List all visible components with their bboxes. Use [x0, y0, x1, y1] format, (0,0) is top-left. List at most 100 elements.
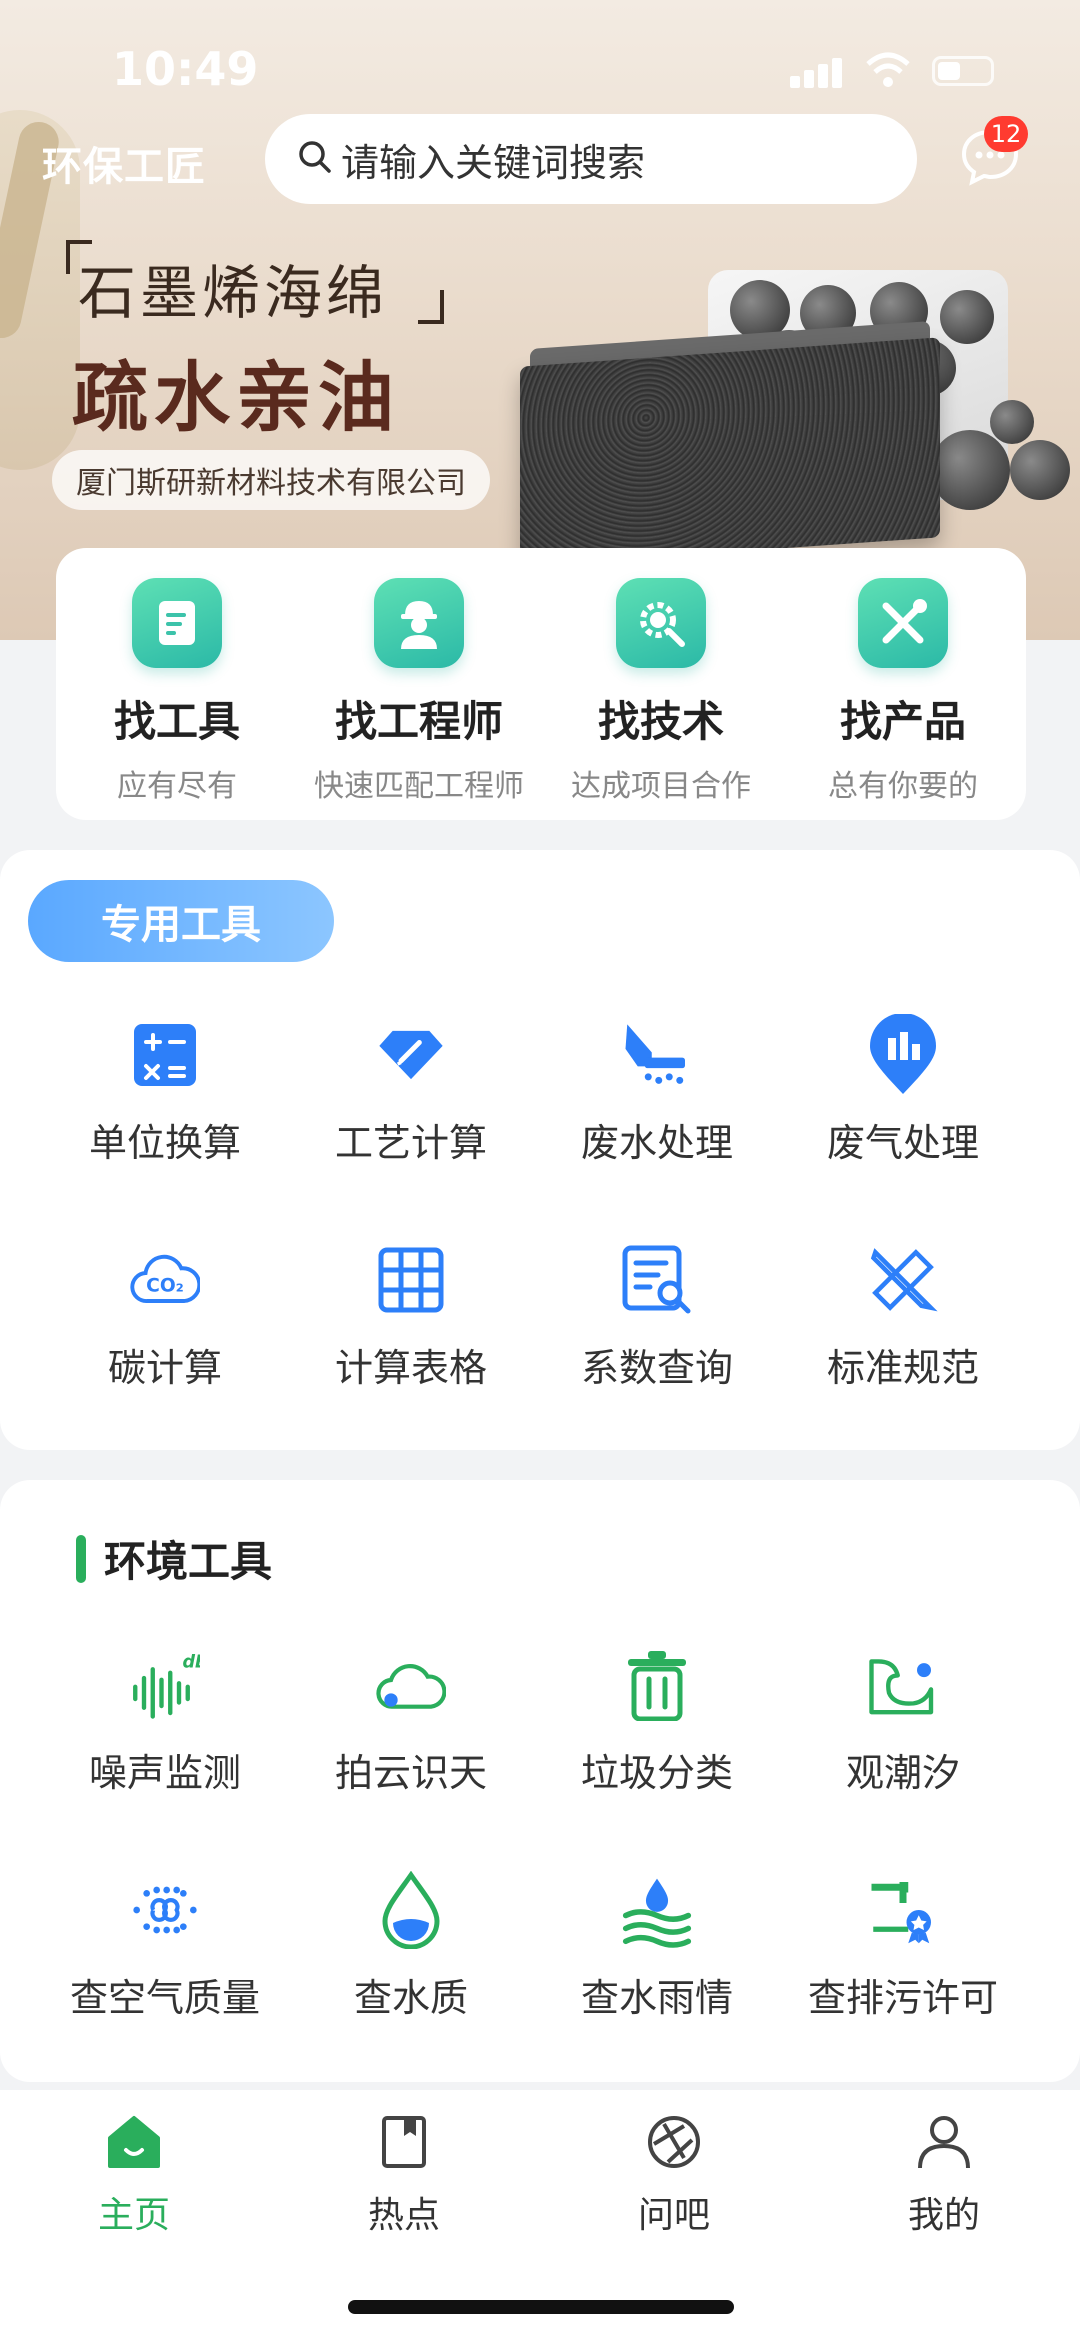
- tool-calc-table[interactable]: 计算表格: [288, 1245, 534, 1392]
- message-badge: 12: [984, 116, 1028, 152]
- nav-label: 问吧: [637, 2195, 710, 2236]
- quick-entry-title: 找工程师: [334, 697, 503, 746]
- sponge-ball: [940, 290, 994, 344]
- calculator-icon: [130, 1020, 200, 1090]
- user-icon: [914, 2112, 974, 2172]
- tool-label: 单位换算: [88, 1121, 241, 1165]
- quick-entry-title: 找产品: [839, 697, 966, 746]
- tool-carbon-calc[interactable]: CO₂ 碳计算: [42, 1245, 288, 1392]
- tool-label: 标准规范: [826, 1346, 979, 1390]
- nav-label: 我的: [907, 2195, 980, 2236]
- tool-noise-monitor[interactable]: dB 噪声监测: [42, 1650, 288, 1797]
- status-time: 10:49: [112, 42, 259, 96]
- quick-entry-title: 找工具: [113, 697, 240, 746]
- quick-entry-subtitle: 达成项目合作: [571, 769, 751, 804]
- search-bar[interactable]: 请输入关键词搜索: [265, 114, 917, 204]
- special-tools-card: 专用工具 单位换算 工艺计算 废水处理 废气处理 CO₂ 碳计算 计算表格 系数…: [0, 850, 1080, 1450]
- wastewater-icon: [622, 1020, 692, 1090]
- sponge-ball: [1010, 440, 1070, 500]
- section-accent-bar: [76, 1534, 86, 1583]
- tool-discharge-permit[interactable]: 查排污许可: [780, 1875, 1026, 2022]
- wave-icon: [868, 1650, 938, 1720]
- search-placeholder: 请输入关键词搜索: [341, 140, 646, 185]
- gear-search-icon: [616, 578, 706, 668]
- env-tools-card: 环境工具 dB 噪声监测 拍云识天 垃圾分类 观潮汐 查空气质量 查水质: [0, 1480, 1080, 2082]
- tool-label: 碳计算: [107, 1346, 222, 1390]
- nav-hot[interactable]: 热点: [304, 2112, 504, 2238]
- tool-wastewater[interactable]: 废水处理: [534, 1020, 780, 1167]
- tool-label: 废气处理: [826, 1121, 979, 1165]
- tool-label: 废水处理: [580, 1121, 733, 1165]
- rain-water-icon: [622, 1875, 692, 1948]
- signal-icon: [790, 58, 844, 88]
- sponge-ball: [990, 400, 1034, 444]
- tool-cloud-recognition[interactable]: 拍云识天: [288, 1650, 534, 1797]
- nav-mine[interactable]: 我的: [844, 2112, 1044, 2238]
- env-tools-header: 环境工具: [76, 1528, 272, 1589]
- bookmark-icon: [374, 2112, 434, 2172]
- nav-label: 主页: [97, 2195, 170, 2236]
- tool-label: 查空气质量: [69, 1976, 260, 2020]
- trash-icon: [622, 1650, 692, 1721]
- tool-water-quality[interactable]: 查水质: [288, 1871, 534, 2022]
- status-bar: 10:49: [0, 0, 1080, 130]
- nav-label: 热点: [367, 2195, 440, 2236]
- quick-entry-engineer[interactable]: 找工程师 快速匹配工程师: [298, 578, 540, 805]
- banner-title-line2: 疏水亲油: [72, 353, 400, 442]
- quick-entry-subtitle: 应有尽有: [117, 769, 237, 804]
- sponge-block: [520, 337, 940, 567]
- tool-label: 垃圾分类: [580, 1751, 733, 1795]
- quick-entry-tools[interactable]: 找工具 应有尽有: [56, 578, 298, 805]
- tool-label: 噪声监测: [88, 1751, 241, 1795]
- wifi-icon: [866, 50, 910, 90]
- app-brand: 环保工匠: [42, 144, 206, 190]
- battery-icon: [932, 56, 994, 86]
- tool-label: 计算表格: [334, 1346, 487, 1390]
- permit-icon: [868, 1875, 938, 1945]
- cloud-icon: [376, 1650, 446, 1720]
- nav-home[interactable]: 主页: [34, 2112, 234, 2238]
- banner-company: 厦门斯研新材料技术有限公司: [52, 450, 490, 510]
- engineer-icon: [374, 578, 464, 668]
- nav-ask[interactable]: 问吧: [574, 2112, 774, 2238]
- special-tools-tag: 专用工具: [28, 880, 334, 962]
- air-quality-icon: [130, 1875, 200, 1945]
- tool-tide[interactable]: 观潮汐: [780, 1650, 1026, 1797]
- co2-cloud-icon: CO₂: [130, 1245, 200, 1315]
- sponge-ball: [930, 430, 1010, 510]
- tools-icon: [858, 578, 948, 668]
- quick-entry-card: 找工具 应有尽有 找工程师 快速匹配工程师 找技术 达成项目合作 找产品 总有你…: [56, 548, 1026, 820]
- env-tools-title: 环境工具: [104, 1537, 273, 1586]
- tool-exhaust-gas[interactable]: 废气处理: [780, 1014, 1026, 1167]
- tool-process-calc[interactable]: 工艺计算: [288, 1020, 534, 1167]
- quick-entry-title: 找技术: [597, 697, 724, 746]
- tool-label: 查水雨情: [580, 1976, 733, 2020]
- tool-label: 拍云识天: [334, 1751, 487, 1795]
- tool-air-quality[interactable]: 查空气质量: [42, 1875, 288, 2022]
- tool-standards[interactable]: 标准规范: [780, 1245, 1026, 1392]
- tool-label: 系数查询: [580, 1346, 733, 1390]
- document-icon: [132, 578, 222, 668]
- quick-entry-subtitle: 快速匹配工程师: [314, 769, 524, 804]
- home-icon: [104, 2112, 164, 2172]
- banner-title-line1: 石墨烯海绵: [78, 259, 389, 327]
- tool-label: 查水质: [353, 1976, 468, 2020]
- tool-unit-conversion[interactable]: 单位换算: [42, 1020, 288, 1167]
- table-icon: [376, 1245, 446, 1315]
- list-search-icon: [622, 1245, 692, 1315]
- tool-label: 查排污许可: [807, 1976, 998, 2020]
- quick-entry-tech[interactable]: 找技术 达成项目合作: [540, 578, 782, 805]
- sound-wave-icon: dB: [130, 1650, 200, 1720]
- quick-entry-product[interactable]: 找产品 总有你要的: [782, 578, 1024, 805]
- tool-label: 观潮汐: [845, 1751, 960, 1795]
- title-bracket-right: [418, 290, 444, 324]
- svg-text:dB: dB: [183, 1653, 201, 1673]
- tool-rain-water[interactable]: 查水雨情: [534, 1875, 780, 2022]
- aperture-icon: [644, 2112, 704, 2172]
- tool-label: 工艺计算: [334, 1121, 487, 1165]
- tool-garbage-sort[interactable]: 垃圾分类: [534, 1650, 780, 1797]
- diamond-pencil-icon: [376, 1020, 446, 1090]
- tool-coefficient-query[interactable]: 系数查询: [534, 1245, 780, 1392]
- factory-pin-icon: [868, 1014, 938, 1094]
- svg-text:CO₂: CO₂: [146, 1276, 184, 1297]
